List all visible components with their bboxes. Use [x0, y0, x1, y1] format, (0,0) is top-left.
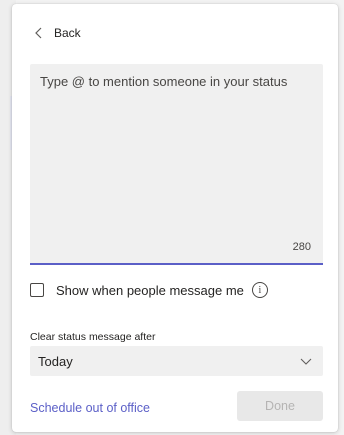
clear-status-selected-value: Today — [38, 353, 73, 369]
show-when-message-checkbox[interactable] — [30, 283, 44, 297]
character-count: 280 — [292, 241, 311, 253]
chevron-down-icon — [300, 358, 312, 365]
status-message-box: 280 — [30, 64, 323, 265]
done-button[interactable]: Done — [237, 391, 323, 421]
back-button[interactable]: Back — [32, 26, 81, 40]
schedule-out-of-office-link[interactable]: Schedule out of office — [30, 401, 150, 415]
clear-status-dropdown[interactable]: Today — [30, 346, 323, 376]
chevron-left-icon — [35, 27, 42, 39]
back-label: Back — [54, 26, 81, 40]
show-when-message-row: Show when people message me i — [30, 282, 268, 298]
show-when-message-label: Show when people message me — [56, 282, 244, 298]
info-icon[interactable]: i — [251, 282, 268, 298]
clear-status-label: Clear status message after — [30, 331, 156, 343]
status-message-input[interactable] — [30, 64, 323, 263]
status-message-panel: Back 280 Show when people message me i C… — [12, 4, 338, 432]
